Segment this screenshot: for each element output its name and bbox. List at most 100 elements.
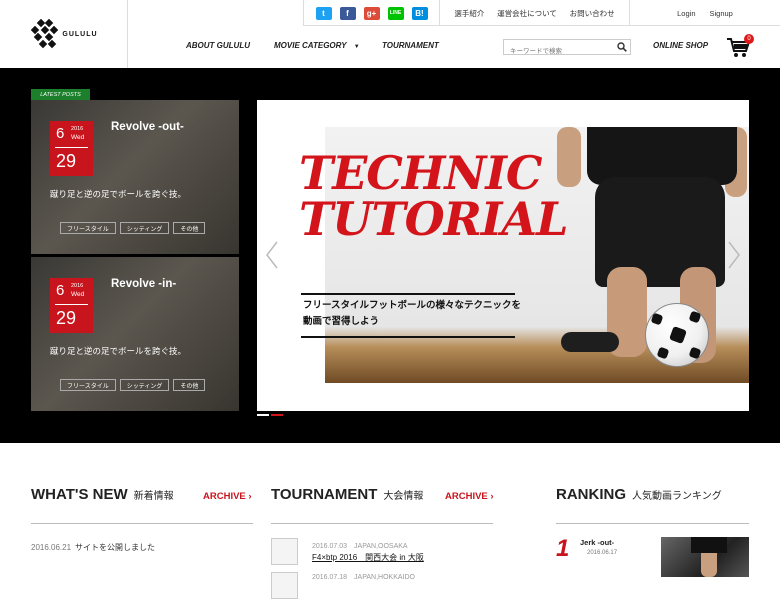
- ball-panel: [656, 346, 670, 360]
- section-title: RANKING 人気動画ランキング: [556, 486, 722, 503]
- slide-subtitle-line2: 動画で習得しよう: [303, 316, 380, 327]
- ball-panel: [650, 312, 664, 326]
- nav-tournament[interactable]: TOURNAMENT: [382, 41, 439, 50]
- section-title-jp: 人気動画ランキング: [632, 491, 722, 502]
- rank-number: 1: [556, 535, 570, 562]
- slide-title: TECHNIC TUTORIAL: [299, 146, 568, 246]
- search-icon[interactable]: [617, 42, 627, 52]
- contact-link[interactable]: お問い合わせ: [570, 8, 615, 19]
- rank-thumbnail[interactable]: [661, 537, 749, 577]
- tournament-meta: 2016.07.18 JAPAN,HOKKAIDO: [312, 574, 415, 581]
- chevron-right-icon[interactable]: [727, 240, 741, 270]
- section-title-jp: 新着情報: [133, 491, 174, 502]
- tournament-name[interactable]: F4×btp 2016 関西大会 in 大阪: [312, 552, 424, 563]
- slide-subtitle-line1: フリースタイルフットボールの様々なテクニックを: [303, 300, 522, 311]
- slide-rule: [301, 293, 515, 295]
- tag-freestyle[interactable]: フリースタイル: [60, 379, 116, 391]
- tournament-thumbnail[interactable]: [271, 572, 298, 599]
- player-shoe: [561, 332, 619, 352]
- post-month: 6: [56, 282, 65, 299]
- top-bar: t f g+ LINE B! 選手紹介 運営会社について お問い合わせ Logi…: [303, 0, 780, 26]
- logo-link[interactable]: GULULU: [0, 0, 128, 68]
- tag-other[interactable]: その他: [173, 379, 206, 391]
- top-links: 選手紹介 運営会社について お問い合わせ: [440, 0, 630, 26]
- signup-link[interactable]: Signup: [710, 9, 733, 18]
- post-date-box: 6 2016 Wed 29: [50, 121, 93, 176]
- hatena-bookmark-icon[interactable]: B!: [411, 6, 428, 20]
- section-title-en: TOURNAMENT: [271, 486, 378, 503]
- gululu-logo-icon: [31, 19, 59, 49]
- tag-sitting[interactable]: シッティング: [119, 379, 170, 391]
- post-month: 6: [56, 125, 65, 142]
- section-divider: [31, 523, 253, 524]
- site-header: GULULU t f g+ LINE B! 選手紹介 運営会社について お問い合…: [0, 0, 780, 68]
- slider-dot-active[interactable]: [271, 414, 283, 416]
- search-input[interactable]: [504, 44, 612, 59]
- post-day: 29: [56, 151, 77, 171]
- post-description: 蹴り足と逆の足でボールを跨ぐ技。: [50, 189, 187, 199]
- tournament-meta: 2016.07.03 JAPAN,OOSAKA: [312, 543, 408, 550]
- post-title[interactable]: Revolve -in-: [111, 278, 176, 290]
- post-tags: フリースタイル シッティング その他: [60, 222, 206, 234]
- chevron-left-icon[interactable]: [265, 240, 279, 270]
- hero-slider[interactable]: TECHNIC TUTORIAL フリースタイルフットボールの様々なテクニックを…: [257, 100, 749, 411]
- rank-title[interactable]: Jerk -out-: [580, 538, 614, 547]
- nav-movie-category-label: MOVIE CATEGORY: [274, 41, 347, 50]
- chevron-down-icon: ▼: [353, 44, 360, 50]
- slide-subtitle: フリースタイルフットボールの様々なテクニックを 動画で習得しよう: [303, 298, 523, 330]
- facebook-icon[interactable]: f: [339, 6, 356, 20]
- post-year: 2016: [71, 283, 84, 289]
- section-title: TOURNAMENT 大会情報: [271, 486, 423, 503]
- slide-title-line2: TUTORIAL: [299, 192, 568, 246]
- post-title[interactable]: Revolve -out-: [111, 121, 184, 133]
- auth-links: Login Signup: [630, 0, 780, 26]
- ball-panel: [669, 326, 687, 344]
- soccer-ball: [645, 303, 709, 367]
- main-nav: ABOUT GULULU MOVIE CATEGORY ▼ TOURNAMENT…: [128, 26, 780, 68]
- section-title: WHAT'S NEW 新着情報: [31, 486, 174, 503]
- slider-pagination: [257, 414, 283, 416]
- company-link[interactable]: 運営会社について: [497, 8, 557, 19]
- brand-name: GULULU: [62, 30, 98, 38]
- rank-date: 2016.06.17: [587, 550, 618, 556]
- post-year: 2016: [71, 126, 84, 132]
- search-box: [503, 39, 631, 59]
- player-shorts: [691, 537, 727, 553]
- cart-button[interactable]: 0: [726, 34, 754, 58]
- slide-title-line1: TECHNIC: [299, 146, 543, 200]
- section-divider: [556, 523, 749, 524]
- archive-link[interactable]: ARCHIVE ›: [203, 491, 252, 502]
- post-date-box: 6 2016 Wed 29: [50, 278, 93, 333]
- archive-link[interactable]: ARCHIVE ›: [445, 491, 494, 502]
- ball-panel: [688, 346, 702, 360]
- section-title-en: RANKING: [556, 486, 626, 503]
- tag-sitting[interactable]: シッティング: [119, 222, 170, 234]
- slider-dot[interactable]: [257, 414, 269, 416]
- tag-freestyle[interactable]: フリースタイル: [60, 222, 116, 234]
- line-icon[interactable]: LINE: [387, 6, 404, 20]
- google-plus-icon[interactable]: g+: [363, 6, 380, 20]
- post-weekday: Wed: [71, 291, 85, 298]
- section-title-jp: 大会情報: [383, 491, 424, 502]
- players-link[interactable]: 選手紹介: [454, 8, 484, 19]
- slide-rule: [301, 336, 515, 338]
- latest-post-card[interactable]: 6 2016 Wed 29 Revolve -in- 蹴り足と逆の足でボールを跨…: [31, 257, 239, 411]
- ball-panel: [688, 310, 702, 324]
- cart-count-badge: 0: [744, 34, 754, 44]
- nav-movie-category[interactable]: MOVIE CATEGORY ▼: [274, 41, 360, 50]
- news-date: 2016.06.21: [31, 543, 72, 552]
- twitter-icon[interactable]: t: [315, 6, 332, 20]
- nav-about[interactable]: ABOUT GULULU: [186, 41, 250, 50]
- date-divider: [55, 147, 88, 148]
- login-link[interactable]: Login: [677, 9, 695, 18]
- ranking-section: RANKING 人気動画ランキング 1 Jerk -out- 2016.06.17: [556, 486, 749, 577]
- post-description: 蹴り足と逆の足でボールを跨ぐ技。: [50, 346, 187, 356]
- social-share-buttons: t f g+ LINE B!: [303, 0, 440, 26]
- news-item[interactable]: 2016.06.21 サイトを公開しました: [31, 542, 155, 553]
- nav-online-shop[interactable]: ONLINE SHOP: [653, 41, 708, 50]
- tag-other[interactable]: その他: [173, 222, 206, 234]
- latest-post-card[interactable]: 6 2016 Wed 29 Revolve -out- 蹴り足と逆の足でボールを…: [31, 100, 239, 254]
- tournament-thumbnail[interactable]: [271, 538, 298, 565]
- section-title-en: WHAT'S NEW: [31, 486, 128, 503]
- news-text: サイトを公開しました: [75, 543, 156, 552]
